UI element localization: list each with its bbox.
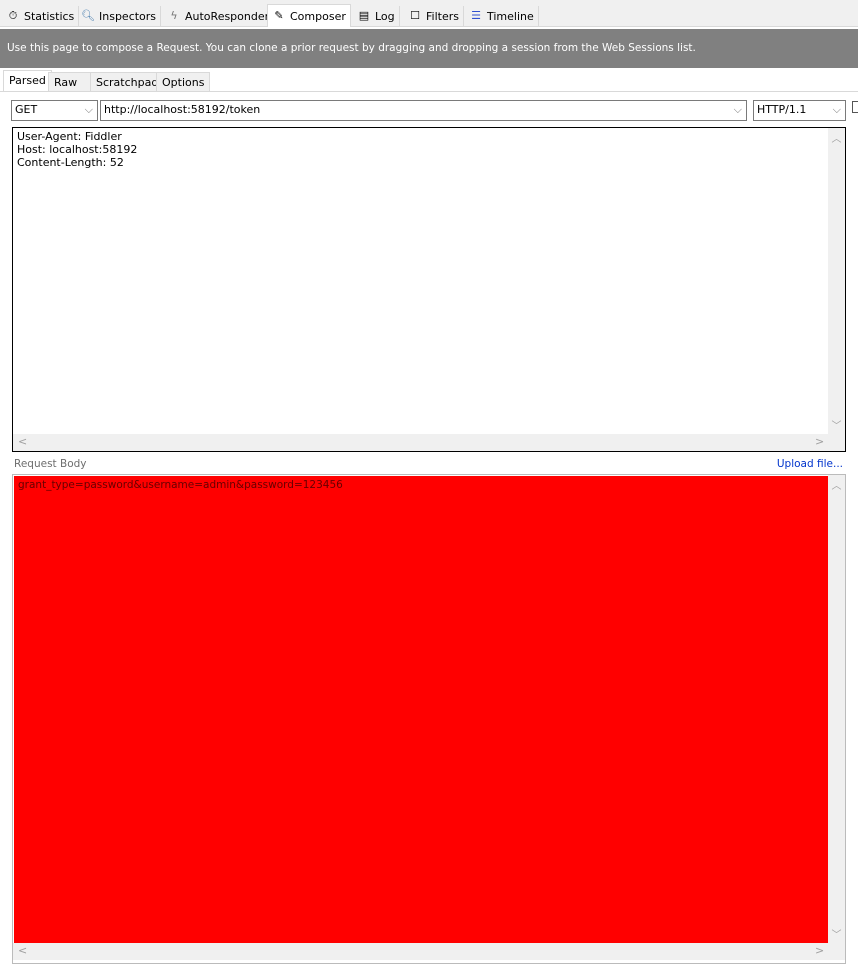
subtab-scratchpad[interactable]: Scratchpad bbox=[90, 72, 165, 92]
chevron-down-icon: ⌵ bbox=[733, 103, 742, 116]
tab-log[interactable]: ▤ Log bbox=[353, 6, 400, 26]
upload-file-link[interactable]: Upload file... bbox=[777, 458, 843, 470]
request-body-label: Request Body bbox=[14, 458, 87, 470]
header-line: Content-Length: 52 bbox=[17, 156, 124, 169]
request-headers-editor[interactable]: User-Agent: Fiddler Host: localhost:5819… bbox=[12, 127, 846, 452]
url-input[interactable]: http://localhost:58192/token ⌵ bbox=[100, 100, 747, 121]
tab-label: Filters bbox=[426, 9, 459, 23]
top-tab-bar: ⏱ Statistics 🔍︎ Inspectors ϟ AutoResponder … bbox=[0, 0, 858, 27]
header-line: Host: localhost:58192 bbox=[17, 143, 138, 156]
tab-label: AutoResponder bbox=[185, 9, 270, 23]
subtab-parsed[interactable]: Parsed bbox=[3, 70, 52, 92]
method-value: GET bbox=[15, 103, 38, 116]
vertical-scrollbar[interactable]: ︿ ﹀ bbox=[828, 475, 845, 943]
header-line: User-Agent: Fiddler bbox=[17, 130, 122, 143]
request-body-text: grant_type=password&username=admin&passw… bbox=[14, 476, 828, 943]
subtab-options[interactable]: Options bbox=[156, 72, 211, 92]
url-value: http://localhost:58192/token bbox=[104, 103, 261, 116]
tab-statistics[interactable]: ⏱ Statistics bbox=[2, 6, 80, 26]
tab-label: Composer bbox=[290, 9, 346, 23]
timeline-icon: ☰ bbox=[471, 9, 481, 22]
tab-composer[interactable]: ✎ Composer bbox=[267, 4, 351, 27]
tab-label: Inspectors bbox=[99, 9, 157, 23]
subtab-raw[interactable]: Raw bbox=[48, 72, 91, 92]
vertical-scrollbar[interactable]: ︿ ﹀ bbox=[828, 128, 845, 434]
chevron-down-icon: ⌵ bbox=[832, 103, 841, 116]
options-checkbox[interactable] bbox=[852, 101, 858, 113]
pencil-icon: ✎ bbox=[274, 9, 284, 22]
chevron-down-icon: ⌵ bbox=[84, 103, 93, 116]
tab-label: Timeline bbox=[487, 9, 534, 23]
horizontal-scrollbar[interactable]: < > bbox=[13, 943, 845, 960]
version-value: HTTP/1.1 bbox=[757, 103, 807, 116]
horizontal-scrollbar[interactable]: < > bbox=[13, 434, 845, 451]
lightning-icon: ϟ bbox=[170, 9, 178, 22]
document-icon: ▤ bbox=[358, 9, 370, 22]
tab-timeline[interactable]: ☰ Timeline bbox=[465, 6, 539, 26]
composer-banner: Use this page to compose a Request. You … bbox=[0, 29, 858, 68]
tab-filters[interactable]: ☐ Filters bbox=[404, 6, 464, 26]
magnifier-icon: 🔍︎ bbox=[81, 9, 95, 22]
http-version-select[interactable]: HTTP/1.1 ⌵ bbox=[753, 100, 846, 121]
method-select[interactable]: GET ⌵ bbox=[11, 100, 98, 121]
tab-divider bbox=[0, 91, 858, 92]
tab-label: Statistics bbox=[24, 9, 75, 23]
checkbox-icon: ☐ bbox=[410, 9, 420, 22]
request-body-editor[interactable]: grant_type=password&username=admin&passw… bbox=[12, 474, 846, 964]
stopwatch-icon: ⏱ bbox=[8, 9, 18, 22]
tab-autoresponder[interactable]: ϟ AutoResponder bbox=[163, 6, 275, 26]
tab-label: Log bbox=[375, 9, 395, 23]
tab-inspectors[interactable]: 🔍︎ Inspectors bbox=[77, 6, 162, 26]
